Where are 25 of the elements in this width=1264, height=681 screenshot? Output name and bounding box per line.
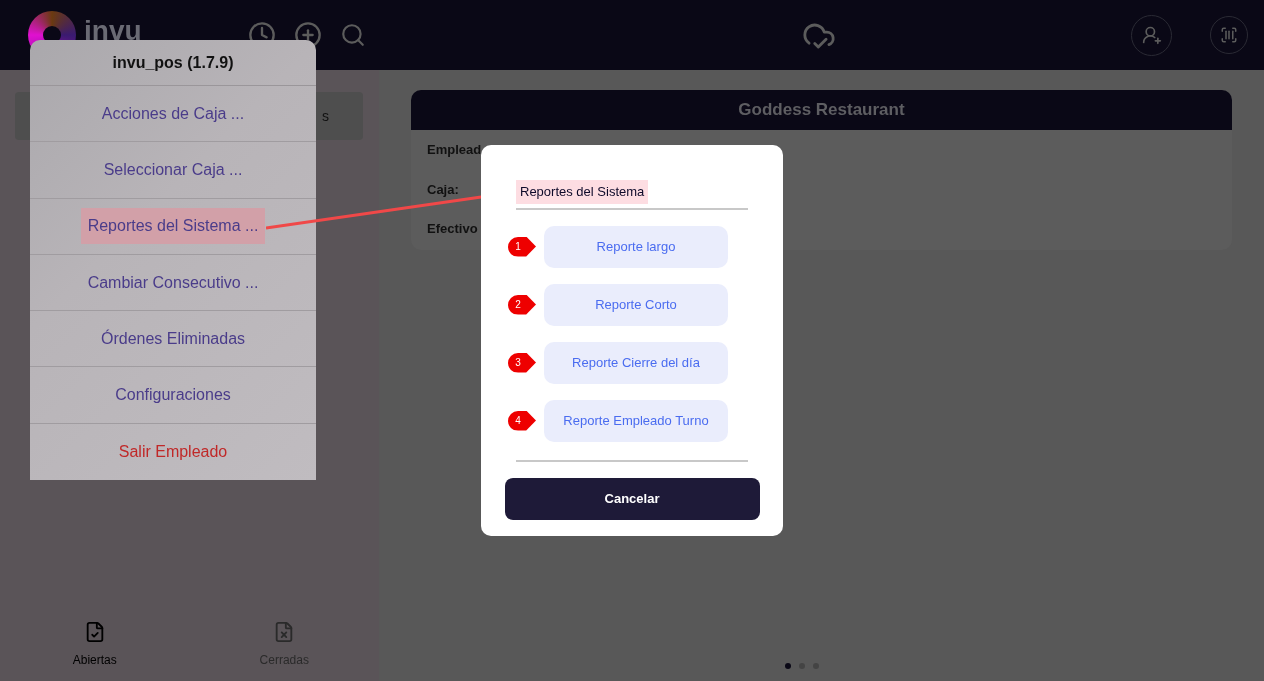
card-title: Goddess Restaurant [411, 90, 1232, 130]
menu-item[interactable]: Reportes del Sistema ... [80, 208, 266, 245]
menu-item[interactable]: Órdenes Eliminadas [93, 320, 253, 357]
card-label: Caja: [427, 180, 459, 199]
step-marker: 2 [508, 294, 536, 315]
menu-item[interactable]: Configuraciones [108, 377, 238, 414]
step-marker: 1 [508, 236, 536, 257]
search-icon[interactable] [340, 22, 366, 48]
menu-item[interactable]: Acciones de Caja ... [94, 95, 252, 132]
bottom-tab[interactable]: Abiertas [0, 621, 190, 669]
cancel-button[interactable]: Cancelar [504, 477, 760, 520]
menu-item[interactable]: Salir Empleado [111, 433, 235, 470]
report-button[interactable]: Reporte Empleado Turno [544, 399, 728, 442]
step-marker: 3 [508, 352, 536, 373]
report-button[interactable]: Reporte Cierre del día [544, 341, 728, 384]
card-label: Emplead [427, 141, 482, 159]
menu-item[interactable]: Seleccionar Caja ... [96, 151, 250, 188]
report-button[interactable]: Reporte largo [544, 225, 728, 268]
menu-item[interactable]: Cambiar Consecutivo ... [80, 264, 266, 301]
barcode-icon [1220, 26, 1238, 44]
report-button[interactable]: Reporte Corto [544, 283, 728, 326]
card-label: Efectivo [427, 220, 478, 238]
dialog-title: Reportes del Sistema [516, 180, 649, 204]
menu-title: invu_pos (1.7.9) [30, 40, 316, 86]
step-marker: 4 [508, 410, 536, 431]
